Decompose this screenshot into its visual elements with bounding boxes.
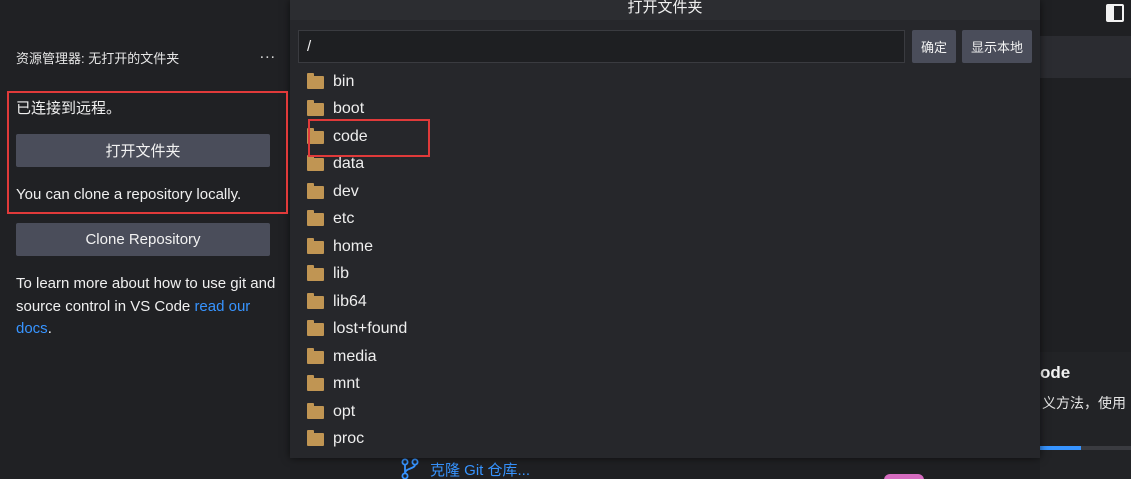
folder-item[interactable]: data <box>290 151 1040 179</box>
folder-icon <box>307 182 324 199</box>
folder-item[interactable]: lib <box>290 261 1040 289</box>
folder-name: home <box>333 237 374 255</box>
decorative-badge <box>884 474 924 479</box>
folder-item[interactable]: opt <box>290 398 1040 426</box>
walkthrough-progress-fill <box>1040 446 1081 450</box>
clone-git-repo-link[interactable]: 克隆 Git 仓库... <box>400 458 530 479</box>
folder-name: dev <box>333 182 359 200</box>
folder-icon <box>307 237 324 254</box>
folder-item[interactable]: bin <box>290 68 1040 96</box>
walkthrough-card-title: ode <box>1040 363 1071 382</box>
folder-name: mnt <box>333 375 360 393</box>
folder-item[interactable]: proc <box>290 426 1040 454</box>
folder-icon <box>307 430 324 447</box>
show-local-button[interactable]: 显示本地 <box>962 30 1032 63</box>
folder-icon <box>307 100 324 117</box>
folder-item[interactable]: etc <box>290 206 1040 234</box>
folder-icon <box>307 320 324 337</box>
folder-name: proc <box>333 430 365 448</box>
git-branch-icon <box>401 458 419 479</box>
folder-item[interactable]: code <box>290 123 1040 151</box>
folder-icon <box>307 292 324 309</box>
folder-item[interactable]: boot <box>290 96 1040 124</box>
folder-icon <box>307 155 324 172</box>
walkthrough-card-description: 义方法，使用 <box>1042 395 1126 411</box>
connected-status-text: 已连接到远程。 <box>16 100 122 117</box>
folder-name: etc <box>333 210 355 228</box>
folder-item[interactable]: home <box>290 233 1040 261</box>
sidebar-header: 资源管理器: 无打开的文件夹 ... <box>16 46 276 66</box>
folder-name: code <box>333 127 368 145</box>
folder-name: lib64 <box>333 292 367 310</box>
folder-item[interactable]: dev <box>290 178 1040 206</box>
open-folder-button[interactable]: 打开文件夹 <box>16 134 270 167</box>
folder-name: media <box>333 347 377 365</box>
clone-git-repo-label: 克隆 Git 仓库... <box>430 461 531 479</box>
editor-tab-bar <box>1040 36 1131 78</box>
folder-path-input[interactable] <box>298 30 905 63</box>
folder-icon <box>307 347 324 364</box>
ok-button[interactable]: 确定 <box>912 30 956 63</box>
folder-icon <box>307 72 324 89</box>
folder-name: opt <box>333 402 356 420</box>
folder-item[interactable]: mnt <box>290 371 1040 399</box>
clone-repository-button[interactable]: Clone Repository <box>16 223 270 256</box>
folder-name: lib <box>333 265 350 283</box>
folder-icon <box>307 402 324 419</box>
folder-item[interactable]: lib64 <box>290 288 1040 316</box>
learn-more-suffix: . <box>47 320 52 337</box>
toggle-sidebar-icon[interactable] <box>1106 4 1124 22</box>
folder-icon <box>307 210 324 227</box>
dialog-title: 打开文件夹 <box>290 0 1040 20</box>
folder-icon <box>307 127 324 144</box>
folder-item[interactable]: lost+found <box>290 316 1040 344</box>
more-icon[interactable]: ... <box>260 46 276 65</box>
learn-more-text: To learn more about how to use git and s… <box>16 273 278 341</box>
folder-name: boot <box>333 100 365 118</box>
sidebar-title: 资源管理器: 无打开的文件夹 <box>16 50 180 66</box>
welcome-page-background <box>1040 78 1131 352</box>
folder-icon <box>307 375 324 392</box>
explorer-sidebar: 资源管理器: 无打开的文件夹 ... 已连接到远程。 打开文件夹 You can… <box>0 0 290 479</box>
clone-hint-text: You can clone a repository locally. <box>16 186 242 203</box>
open-folder-dialog: 打开文件夹 确定 显示本地 bin boot code data dev etc home l… <box>290 0 1040 458</box>
folder-name: data <box>333 155 365 173</box>
folder-list: bin boot code data dev etc home lib lib64 lost+fo… <box>290 68 1040 453</box>
folder-name: bin <box>333 72 355 90</box>
folder-item[interactable]: media <box>290 343 1040 371</box>
folder-name: lost+found <box>333 320 408 338</box>
folder-icon <box>307 265 324 282</box>
walkthrough-progress-bar <box>1040 446 1131 450</box>
